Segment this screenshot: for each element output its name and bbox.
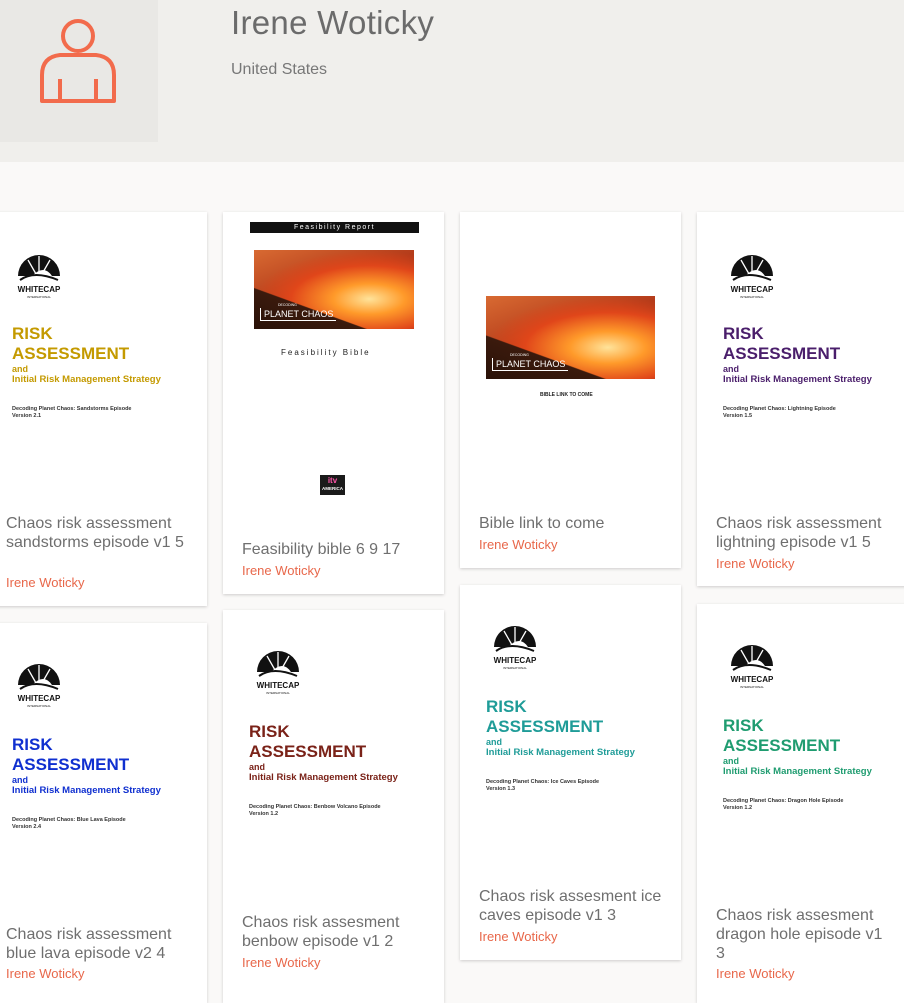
document-title[interactable]: Feasibility bible 6 9 17 [242,540,434,559]
document-title[interactable]: Chaos risk assessment sandstorms episode… [6,514,197,552]
document-author[interactable]: Irene Woticky [479,537,558,552]
document-title[interactable]: Chaos risk assesment dragon hole episode… [716,906,894,963]
document-title[interactable]: Chaos risk assessment blue lava episode … [6,925,197,963]
profile-header: Irene Woticky United States [0,0,904,162]
svg-text:WHITECAP: WHITECAP [731,285,774,294]
whitecap-logo-icon: WHITECAP INTERNATIONAL [18,664,61,708]
document-author[interactable]: Irene Woticky [6,575,85,590]
risk-episode: Decoding Planet Chaos: Lightning Episode [723,406,836,412]
document-title[interactable]: Bible link to come [479,514,671,533]
svg-text:WHITECAP: WHITECAP [731,675,774,684]
whitecap-logo-icon: WHITECAP INTERNATIONAL [731,255,774,299]
document-card[interactable]: WHITECAP INTERNATIONAL RISK ASSESSMENT a… [697,604,904,1003]
svg-text:WHITECAP: WHITECAP [18,694,61,703]
risk-version: Version 1.5 [723,413,753,419]
itv-america-logo-icon: itv AMERICA [320,475,345,495]
risk-and: and [723,756,740,766]
document-author[interactable]: Irene Woticky [716,556,795,571]
risk-episode: Decoding Planet Chaos: Blue Lava Episode [12,817,126,823]
risk-heading: ASSESSMENT [723,344,841,363]
risk-heading: RISK [12,735,53,754]
svg-text:INTERNATIONAL: INTERNATIONAL [27,704,51,708]
user-icon [40,19,116,103]
risk-episode: Decoding Planet Chaos: Benbow Volcano Ep… [249,804,381,810]
document-title[interactable]: Chaos risk assesment ice caves episode v… [479,887,671,925]
document-title[interactable]: Chaos risk assessment lightning episode … [716,514,894,552]
whitecap-logo-icon: WHITECAP INTERNATIONAL [257,651,300,695]
risk-heading: ASSESSMENT [723,736,841,755]
document-author[interactable]: Irene Woticky [6,966,85,981]
risk-subheading: Initial Risk Management Strategy [12,785,161,796]
risk-heading: ASSESSMENT [486,717,604,736]
svg-text:INTERNATIONAL: INTERNATIONAL [27,295,51,299]
risk-heading: RISK [249,722,290,741]
document-card[interactable]: DECODING PLANET CHAOS BIBLE LINK TO COME… [460,212,681,568]
document-card[interactable]: WHITECAP INTERNATIONAL RISK ASSESSMENT a… [223,610,444,1003]
risk-and: and [12,775,29,785]
profile-location: United States [231,61,328,78]
risk-version: Version 2.1 [12,413,42,419]
document-card[interactable]: Feasibility Report DECODING PLANET CHAOS… [223,212,444,594]
document-card[interactable]: WHITECAP INTERNATIONAL RISK ASSESSMENT a… [697,212,904,586]
whitecap-logo-icon: WHITECAP INTERNATIONAL [494,626,537,670]
svg-text:INTERNATIONAL: INTERNATIONAL [266,691,290,695]
risk-heading: RISK [723,716,764,735]
risk-subheading: Initial Risk Management Strategy [249,772,398,783]
document-author[interactable]: Irene Woticky [716,966,795,981]
bible-link-caption: BIBLE LINK TO COME [540,392,593,398]
document-card[interactable]: WHITECAP INTERNATIONAL RISK ASSESSMENT a… [0,623,207,1003]
avatar[interactable] [0,0,158,142]
risk-version: Version 1.2 [249,811,279,817]
document-author[interactable]: Irene Woticky [242,955,321,970]
feasibility-title: Feasibility Bible [281,348,371,357]
risk-version: Version 1.2 [723,805,753,811]
risk-and: and [249,762,266,772]
risk-and: and [723,364,740,374]
document-card[interactable]: WHITECAP INTERNATIONAL RISK ASSESSMENT a… [0,212,207,606]
risk-version: Version 1.3 [486,786,516,792]
svg-text:INTERNATIONAL: INTERNATIONAL [740,685,764,689]
document-author[interactable]: Irene Woticky [479,929,558,944]
document-card[interactable]: WHITECAP INTERNATIONAL RISK ASSESSMENT a… [460,585,681,960]
svg-text:WHITECAP: WHITECAP [18,285,61,294]
svg-text:INTERNATIONAL: INTERNATIONAL [740,295,764,299]
report-bar: Feasibility Report [250,222,419,233]
whitecap-logo-icon: WHITECAP INTERNATIONAL [18,255,61,299]
risk-heading: ASSESSMENT [12,755,130,774]
risk-heading: ASSESSMENT [249,742,367,761]
risk-episode: Decoding Planet Chaos: Ice Caves Episode [486,779,600,785]
svg-text:WHITECAP: WHITECAP [494,656,537,665]
risk-heading: RISK [12,324,53,343]
risk-subheading: Initial Risk Management Strategy [12,374,161,385]
risk-heading: RISK [723,324,764,343]
risk-subheading: Initial Risk Management Strategy [723,766,872,777]
risk-heading: RISK [486,697,527,716]
risk-and: and [486,737,503,747]
risk-episode: Decoding Planet Chaos: Sandstorms Episod… [12,406,132,412]
risk-and: and [12,364,29,374]
document-title[interactable]: Chaos risk assesment benbow episode v1 2 [242,913,434,951]
risk-heading: ASSESSMENT [12,344,130,363]
hero-image: DECODING PLANET CHAOS [486,296,655,379]
whitecap-logo-icon: WHITECAP INTERNATIONAL [731,645,774,689]
document-author[interactable]: Irene Woticky [242,563,321,578]
profile-name: Irene Woticky [231,4,435,41]
risk-episode: Decoding Planet Chaos: Dragon Hole Episo… [723,798,844,804]
hero-image: DECODING PLANET CHAOS [254,250,414,329]
risk-subheading: Initial Risk Management Strategy [723,374,872,385]
svg-text:INTERNATIONAL: INTERNATIONAL [503,666,527,670]
risk-version: Version 2.4 [12,824,42,830]
svg-text:WHITECAP: WHITECAP [257,681,300,690]
risk-subheading: Initial Risk Management Strategy [486,747,635,758]
